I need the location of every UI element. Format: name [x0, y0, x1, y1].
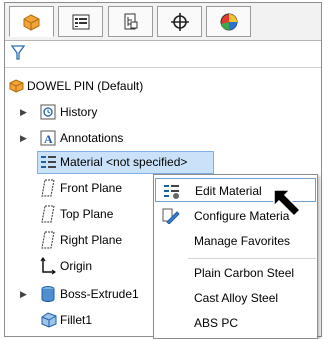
tab-feature-manager[interactable] [9, 6, 54, 37]
configuration-manager-icon [124, 13, 138, 30]
plane-icon [41, 231, 55, 249]
property-manager-icon [72, 14, 90, 30]
history-icon [40, 104, 56, 120]
dimxpert-manager-icon [171, 13, 189, 31]
menu-item-abs-pc[interactable]: ABS PC [154, 311, 317, 335]
tree-item-label: Annotations [60, 131, 124, 145]
edit-material-icon [164, 185, 179, 199]
display-manager-icon [220, 13, 238, 31]
tab-display-manager[interactable] [206, 6, 251, 37]
origin-icon [40, 257, 56, 275]
plane-icon [41, 179, 55, 197]
menu-item-manage-favorites[interactable]: Manage Favorites [154, 229, 317, 253]
expand-arrow-icon[interactable]: ▶ [20, 102, 27, 122]
tab-dimxpert-manager[interactable] [157, 6, 202, 37]
tab-property-manager[interactable] [58, 6, 103, 37]
expand-arrow-icon[interactable]: ▶ [20, 128, 27, 148]
expand-arrow-icon[interactable]: ▶ [20, 284, 27, 304]
tree-root-label: DOWEL PIN (Default) [27, 79, 144, 93]
tab-configuration-manager[interactable] [108, 6, 153, 37]
part-icon [9, 79, 24, 93]
tree-item-label: Top Plane [60, 207, 114, 221]
manager-tabs [5, 3, 321, 41]
annotations-icon: A [40, 130, 56, 146]
tree-item-label: Front Plane [60, 181, 123, 195]
tree-item-label: Material <not specified> [60, 155, 188, 169]
feature-manager-icon [23, 14, 40, 31]
menu-item-cast-alloy-steel[interactable]: Cast Alloy Steel [154, 286, 317, 310]
menu-separator [188, 258, 316, 259]
filter-icon[interactable] [11, 45, 25, 61]
tree-item-label: Fillet1 [60, 313, 93, 327]
tree-item-label: Boss-Extrude1 [60, 287, 139, 301]
material-icon [41, 156, 56, 168]
menu-item-label: Plain Carbon Steel [194, 266, 295, 280]
tree-item-label: Origin [60, 259, 93, 273]
menu-item-label: Edit Material [195, 184, 262, 198]
menu-item-label: ABS PC [194, 316, 239, 330]
extrude-icon [41, 286, 55, 302]
menu-item-plain-carbon-steel[interactable]: Plain Carbon Steel [154, 261, 317, 285]
configure-material-icon [162, 208, 180, 224]
tree-item-label: History [60, 105, 98, 119]
tree-item-label: Right Plane [60, 233, 123, 247]
plane-icon [41, 205, 55, 223]
menu-item-label: Cast Alloy Steel [194, 291, 279, 305]
filter-bar [5, 41, 321, 68]
menu-item-label: Manage Favorites [194, 234, 291, 248]
pointer-arrow-icon [273, 189, 302, 218]
svg-text:A: A [44, 132, 53, 146]
fillet-icon [41, 312, 57, 328]
